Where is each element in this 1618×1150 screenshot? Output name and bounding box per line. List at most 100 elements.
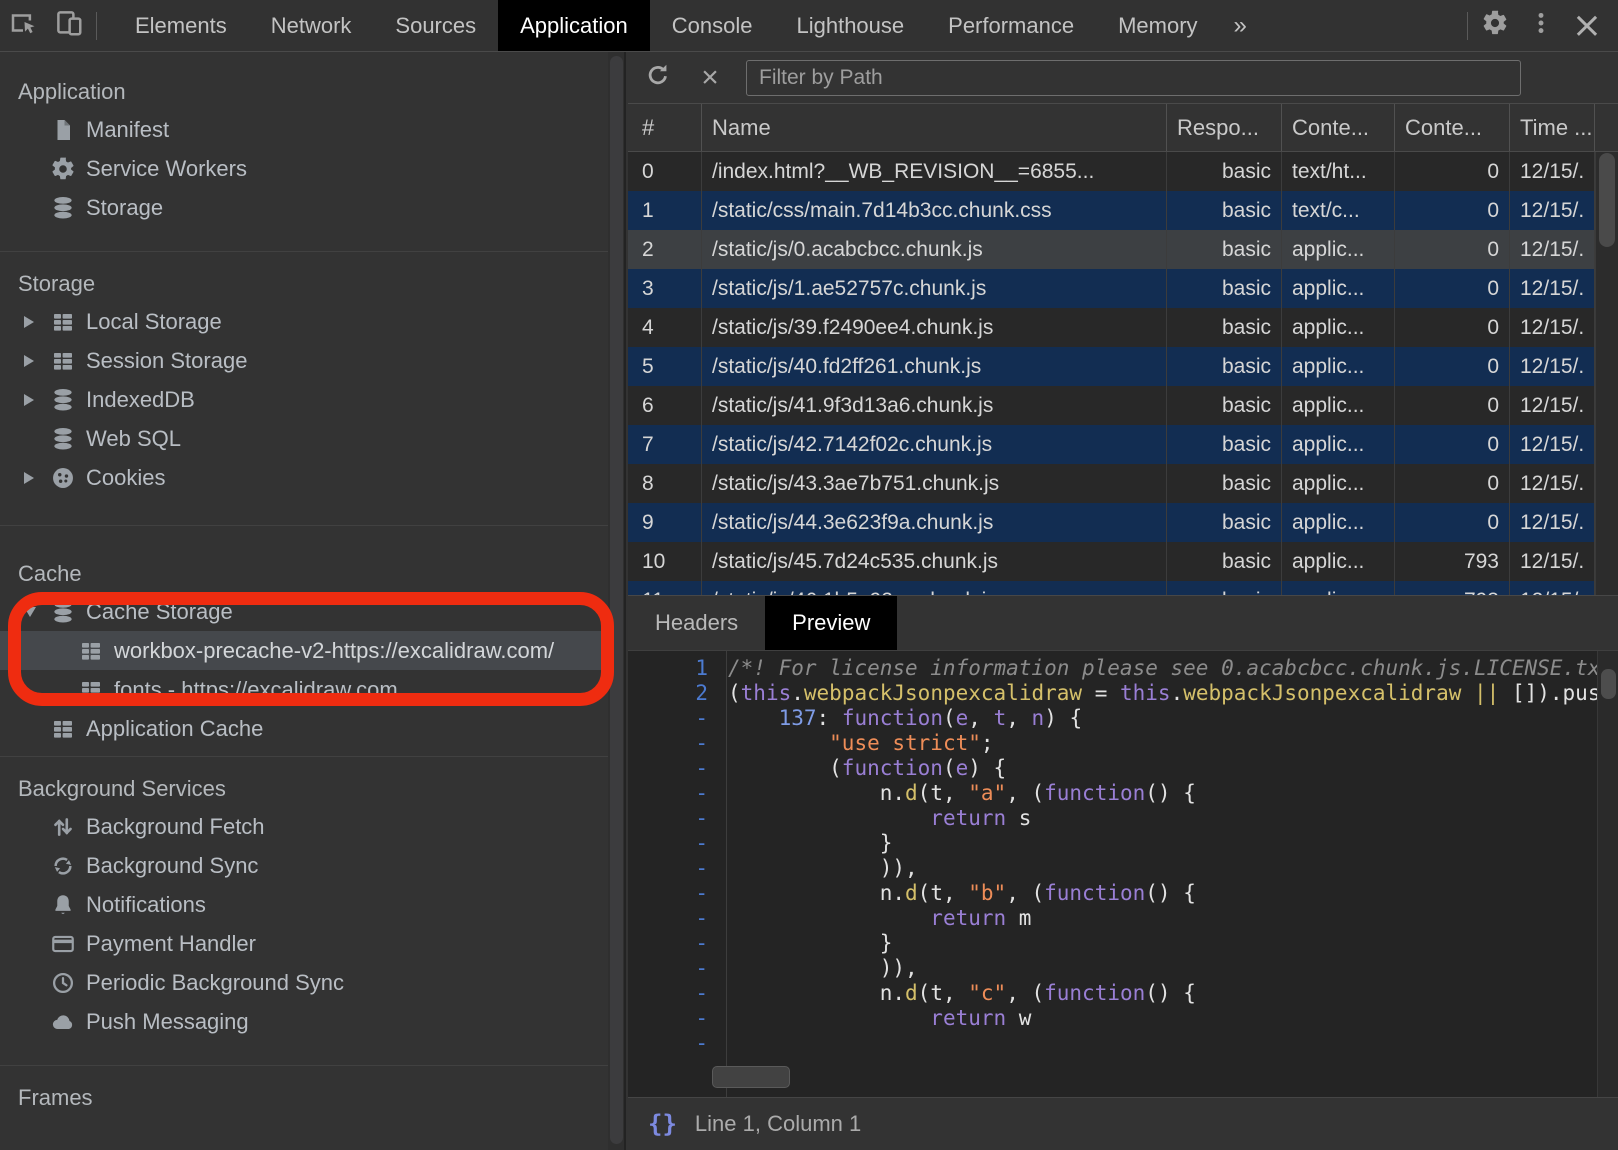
code-horizontal-scrollbar-thumb[interactable] xyxy=(712,1066,790,1088)
sidebar-item-service-workers[interactable]: Service Workers xyxy=(0,149,608,188)
close-devtools-button[interactable]: × xyxy=(1564,0,1610,51)
chevron-right-icon[interactable] xyxy=(24,472,50,484)
sidebar-item-push-messaging[interactable]: Push Messaging xyxy=(0,1002,608,1041)
sidebar-item-payment-handler[interactable]: Payment Handler xyxy=(0,924,608,963)
table-scrollbar-thumb[interactable] xyxy=(1599,153,1615,247)
cell-name: /static/js/41.9f3d13a6.chunk.js xyxy=(702,386,1167,425)
inspect-element-button[interactable] xyxy=(0,0,46,51)
sidebar-item-cookies[interactable]: Cookies xyxy=(0,458,608,497)
tab-console[interactable]: Console xyxy=(650,0,775,51)
sidebar-item-indexeddb[interactable]: IndexedDB xyxy=(0,380,608,419)
tab-network[interactable]: Network xyxy=(249,0,374,51)
cell-clen: 0 xyxy=(1395,386,1510,425)
cell-clen: 0 xyxy=(1395,230,1510,269)
tab-memory[interactable]: Memory xyxy=(1096,0,1219,51)
preview-tab-bar: Headers Preview xyxy=(628,595,1618,650)
table-row[interactable]: 9/static/js/44.3e623f9a.chunk.jsbasicapp… xyxy=(628,503,1595,542)
line-number: - xyxy=(628,731,718,756)
tab-application[interactable]: Application xyxy=(498,0,650,51)
table-row[interactable]: 7/static/js/42.7142f02c.chunk.jsbasicapp… xyxy=(628,425,1595,464)
code-line: - n.d(t, "a", (function() { xyxy=(628,781,1618,806)
code-vertical-scrollbar[interactable] xyxy=(1597,651,1618,1097)
sidebar-scrollbar[interactable] xyxy=(608,52,626,1150)
clear-button[interactable]: × xyxy=(690,58,730,98)
chevron-right-icon[interactable] xyxy=(24,316,50,328)
table-row[interactable]: 2/static/js/0.acabcbcc.chunk.jsbasicappl… xyxy=(628,230,1595,269)
cell-name: /static/js/40.fd2ff261.chunk.js xyxy=(702,347,1167,386)
column-header-name[interactable]: Name xyxy=(702,104,1167,151)
chevron-right-icon[interactable] xyxy=(24,355,50,367)
more-options-button[interactable] xyxy=(1518,0,1564,51)
code-vscrollbar-thumb[interactable] xyxy=(1601,669,1616,699)
device-toolbar-button[interactable] xyxy=(46,0,92,51)
sidebar-item-cache-storage[interactable]: Cache Storage xyxy=(0,592,608,631)
sidebar-item-notifications[interactable]: Notifications xyxy=(0,885,608,924)
table-row[interactable]: 8/static/js/43.3ae7b751.chunk.jsbasicapp… xyxy=(628,464,1595,503)
sidebar-item-fonts-https-excalidraw-com[interactable]: fonts - https://excalidraw.com xyxy=(0,670,608,709)
tab-headers[interactable]: Headers xyxy=(628,596,765,650)
table-row[interactable]: 0/index.html?__WB_REVISION__=6855...basi… xyxy=(628,152,1595,191)
sidebar-item-session-storage[interactable]: Session Storage xyxy=(0,341,608,380)
tab-sources[interactable]: Sources xyxy=(373,0,498,51)
column-header-conte[interactable]: Conte... xyxy=(1282,104,1395,151)
cell-name: /static/js/42.7142f02c.chunk.js xyxy=(702,425,1167,464)
refresh-button[interactable] xyxy=(638,58,678,98)
cell-num: 0 xyxy=(628,152,702,191)
sidebar-item-web-sql[interactable]: Web SQL xyxy=(0,419,608,458)
line-number: 2 xyxy=(628,681,718,706)
refresh-icon xyxy=(644,61,672,94)
column-header-time[interactable]: Time ... xyxy=(1510,104,1595,151)
line-number: - xyxy=(628,906,718,931)
filter-by-path-input[interactable] xyxy=(746,60,1521,96)
code-text: } xyxy=(718,931,892,956)
tab-overflow-chevron[interactable]: » xyxy=(1220,0,1261,51)
sidebar-item-periodic-background-sync[interactable]: Periodic Background Sync xyxy=(0,963,608,1002)
table-row[interactable]: 5/static/js/40.fd2ff261.chunk.jsbasicapp… xyxy=(628,347,1595,386)
sidebar-item-label: Manifest xyxy=(86,117,169,143)
code-text: n.d(t, "c", (function() { xyxy=(718,981,1196,1006)
cache-table-body: 0/index.html?__WB_REVISION__=6855...basi… xyxy=(628,152,1595,595)
cloud-icon xyxy=(50,1009,76,1035)
line-number: - xyxy=(628,806,718,831)
table-row[interactable]: 4/static/js/39.f2490ee4.chunk.jsbasicapp… xyxy=(628,308,1595,347)
table-row[interactable]: 10/static/js/45.7d24c535.chunk.jsbasicap… xyxy=(628,542,1595,581)
sidebar-item-manifest[interactable]: Manifest xyxy=(0,110,608,149)
settings-button[interactable] xyxy=(1472,0,1518,51)
column-header-respo[interactable]: Respo... xyxy=(1167,104,1282,151)
tab-elements[interactable]: Elements xyxy=(113,0,249,51)
table-row[interactable]: 3/static/js/1.ae52757c.chunk.jsbasicappl… xyxy=(628,269,1595,308)
tab-preview[interactable]: Preview xyxy=(765,596,897,650)
clear-x-icon: × xyxy=(701,63,719,93)
tab-performance[interactable]: Performance xyxy=(926,0,1096,51)
code-text: } xyxy=(718,831,892,856)
sidebar-item-label: Background Fetch xyxy=(86,814,265,840)
tab-lighthouse[interactable]: Lighthouse xyxy=(774,0,926,51)
cell-resp: basic xyxy=(1167,152,1282,191)
sidebar-item-storage[interactable]: Storage xyxy=(0,188,608,227)
column-header-conte[interactable]: Conte... xyxy=(1395,104,1510,151)
sidebar-item-background-fetch[interactable]: Background Fetch xyxy=(0,807,608,846)
sidebar-item-background-sync[interactable]: Background Sync xyxy=(0,846,608,885)
code-text: )), xyxy=(718,856,918,881)
devtools-window: ElementsNetworkSourcesApplicationConsole… xyxy=(0,0,1618,1150)
sidebar-item-application-cache[interactable]: Application Cache xyxy=(0,709,608,748)
chevron-down-icon[interactable] xyxy=(24,607,50,617)
column-header-num[interactable]: # xyxy=(628,104,702,151)
application-sidebar: ApplicationManifestService WorkersStorag… xyxy=(0,52,608,1150)
code-preview: 1/*! For license information please see … xyxy=(628,650,1618,1097)
cell-resp: basic xyxy=(1167,503,1282,542)
sidebar-scrollbar-thumb[interactable] xyxy=(610,56,623,1144)
sidebar-item-workbox-precache-v2-https-excalidraw-com[interactable]: workbox-precache-v2-https://excalidraw.c… xyxy=(0,631,608,670)
cell-clen: 0 xyxy=(1395,464,1510,503)
cell-num: 8 xyxy=(628,464,702,503)
cell-clen: 0 xyxy=(1395,152,1510,191)
toolbar-right-icons: × xyxy=(1463,0,1618,51)
cell-clen: 0 xyxy=(1395,269,1510,308)
cell-ctype: applic... xyxy=(1282,347,1395,386)
chevron-right-icon[interactable] xyxy=(24,394,50,406)
table-row[interactable]: 11/static/js/46.1b5e92cc.chunk.jsbasicap… xyxy=(628,581,1595,595)
table-scrollbar[interactable] xyxy=(1595,152,1618,595)
table-row[interactable]: 1/static/css/main.7d14b3cc.chunk.cssbasi… xyxy=(628,191,1595,230)
table-row[interactable]: 6/static/js/41.9f3d13a6.chunk.jsbasicapp… xyxy=(628,386,1595,425)
sidebar-item-local-storage[interactable]: Local Storage xyxy=(0,302,608,341)
